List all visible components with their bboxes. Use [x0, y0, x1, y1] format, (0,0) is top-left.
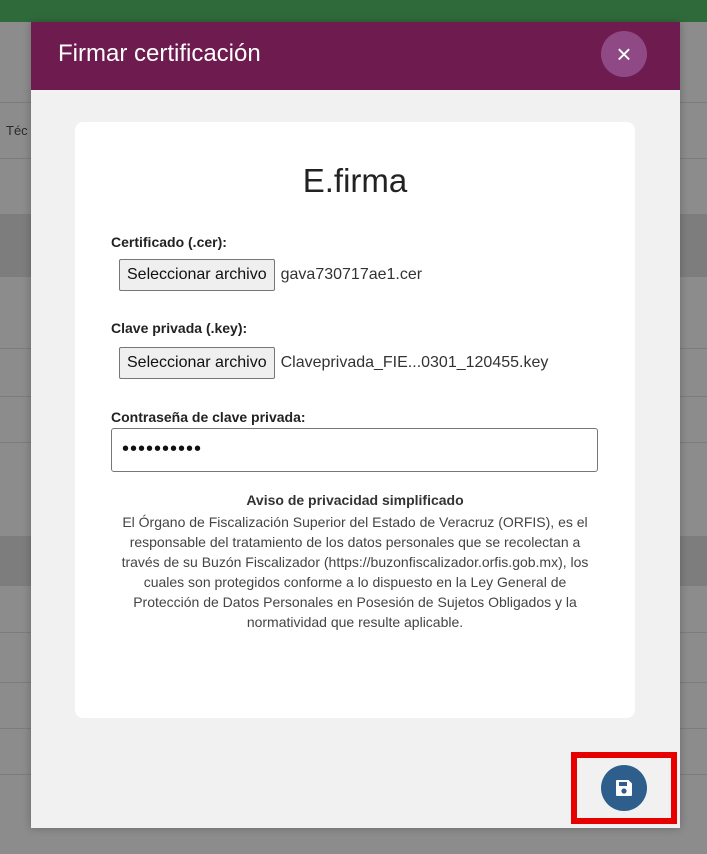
background-column-label: Téc	[6, 123, 28, 138]
modal-header: Firmar certificación ×	[31, 22, 680, 90]
sign-certification-modal: Firmar certificación × E.firma Certifica…	[31, 22, 680, 828]
certificate-label: Certificado (.cer):	[111, 234, 227, 250]
privacy-notice-text: El Órgano de Fiscalización Superior del …	[121, 514, 589, 630]
password-input[interactable]: ••••••••••	[111, 428, 598, 472]
close-button[interactable]: ×	[601, 31, 647, 77]
save-button-highlight	[571, 752, 677, 824]
modal-body: E.firma Certificado (.cer): Seleccionar …	[31, 90, 680, 828]
certificate-file-name: gava730717ae1.cer	[280, 266, 423, 283]
efirma-card: E.firma Certificado (.cer): Seleccionar …	[75, 122, 635, 718]
certificate-file-input: Seleccionar archivo gava730717ae1.cer	[119, 259, 422, 291]
password-label: Contraseña de clave privada:	[111, 409, 306, 425]
private-key-file-input: Seleccionar archivo Claveprivada_FIE...0…	[119, 347, 548, 379]
select-private-key-button[interactable]: Seleccionar archivo	[119, 347, 275, 379]
modal-title: Firmar certificación	[58, 40, 261, 67]
close-icon: ×	[616, 38, 632, 69]
private-key-label: Clave privada (.key):	[111, 320, 248, 336]
card-title: E.firma	[302, 162, 408, 199]
privacy-notice-title: Aviso de privacidad simplificado	[246, 492, 464, 508]
background-top-bar	[0, 0, 707, 22]
select-certificate-button[interactable]: Seleccionar archivo	[119, 259, 275, 291]
private-key-file-name: Claveprivada_FIE...0301_120455.key	[280, 354, 549, 371]
